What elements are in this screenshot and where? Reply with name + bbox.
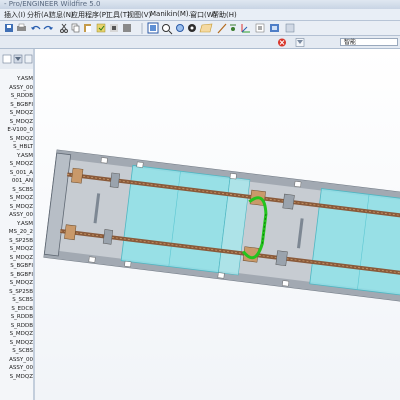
model-tree-panel: Y.ASM ASSY_00 S_RDDB S_BGBFI S_MDQZ S_MDQZ E-V… [0, 49, 34, 400]
csys-icon[interactable] [241, 24, 250, 33]
bearing-block [71, 167, 84, 184]
tree-item[interactable]: Y.ASM [0, 152, 33, 161]
tree-item[interactable]: S_MDQZ [0, 279, 33, 288]
zoom-out-icon[interactable] [162, 24, 173, 35]
tree-item[interactable]: S_MDQZ [0, 118, 33, 127]
tree-item[interactable]: S_RDDB [0, 313, 33, 322]
tree-item[interactable]: S_MDQZ [0, 203, 33, 212]
tree-item[interactable]: S_BGBFI [0, 271, 33, 280]
display-style-icon[interactable] [270, 24, 279, 32]
tree-item[interactable]: S_MDQZ [0, 245, 33, 254]
settings-icon[interactable] [13, 54, 23, 64]
tree-item[interactable]: S_EDCB [0, 305, 33, 314]
tree-item[interactable]: MS_20_2 [0, 228, 33, 237]
zoom-in-icon[interactable] [123, 24, 131, 32]
nut-block [102, 229, 114, 245]
tree-item[interactable]: S_HBLT [0, 143, 33, 152]
tree-item[interactable]: S_001_A [0, 169, 33, 178]
annotation-icon[interactable] [255, 23, 265, 33]
nut-block [275, 250, 288, 267]
menu-apps[interactable]: 应用程序(P) [71, 10, 109, 20]
filter-icon[interactable] [295, 38, 305, 47]
tree-item[interactable]: S_MDQZ [0, 330, 33, 339]
tree-item[interactable]: Y.ASM [0, 220, 33, 229]
cut-icon[interactable] [60, 23, 68, 33]
tree-item[interactable]: S_MDQZ [0, 135, 33, 144]
tree-item[interactable]: S_MDQZ [0, 339, 33, 348]
tree-item[interactable]: S_BGBFI [0, 101, 33, 110]
tree-item[interactable]: S_SCBS [0, 296, 33, 305]
menu-info[interactable]: 信息(N) [49, 10, 74, 20]
tree-item[interactable]: S_MDQZ [0, 109, 33, 118]
datum-plane-icon[interactable] [199, 23, 213, 33]
paste-icon[interactable] [84, 24, 91, 32]
tree-item[interactable]: S_RDDB [0, 322, 33, 331]
tree-item[interactable]: ASSY_00 [0, 84, 33, 93]
model-tree-icon[interactable] [285, 23, 295, 33]
stop-icon[interactable] [278, 38, 286, 47]
tree-item[interactable]: S_MDQZ [0, 194, 33, 203]
selection-filter-field[interactable]: 智能 [340, 38, 398, 46]
print-icon[interactable] [17, 23, 26, 31]
secondary-toolbar: 智能 [0, 36, 400, 49]
model-tree: Y.ASM ASSY_00 S_RDDB S_BGBFI S_MDQZ S_MDQZ E-V… [0, 75, 33, 382]
tree-item[interactable]: 001_AN [0, 177, 33, 186]
regenerate-icon[interactable] [96, 23, 106, 33]
tree-item[interactable]: ASSY_00 [0, 356, 33, 365]
orient-icon[interactable] [176, 24, 184, 32]
datum-axis-icon[interactable] [217, 23, 227, 34]
tree-item[interactable]: S_MDQZ [0, 254, 33, 263]
tree-item[interactable]: E-V100_0 [0, 126, 33, 135]
menu-bar: 插入(I) 分析(A) 信息(N) 应用程序(P) 工具(T) 视图(V) Ma… [0, 9, 400, 21]
window-title: - Pro/ENGINEER Wildfire 5.0 [0, 0, 400, 9]
menu-view[interactable]: 视图(V) [127, 10, 151, 20]
graphics-window[interactable] [35, 49, 400, 400]
tree-item[interactable]: S_MDQZ [0, 160, 33, 169]
menu-insert[interactable]: 插入(I) [4, 10, 26, 20]
spin-center-icon[interactable] [188, 24, 196, 32]
tree-menu-icon[interactable] [24, 54, 33, 64]
tree-item[interactable]: S_MDQZ [0, 373, 33, 382]
tree-item[interactable]: S_SCBS [0, 186, 33, 195]
tree-item[interactable]: ASSY_00 [0, 211, 33, 220]
tree-item[interactable]: ASSY_00 [0, 364, 33, 373]
model-tree-toolbar [0, 49, 33, 69]
tree-item[interactable]: S_SP25B [0, 288, 33, 297]
save-icon[interactable] [5, 24, 13, 32]
main-toolbar [0, 21, 400, 36]
nut-block [109, 172, 120, 189]
show-icon[interactable] [2, 54, 12, 64]
tree-item[interactable]: S_RDDB [0, 92, 33, 101]
find-icon[interactable] [110, 24, 118, 32]
menu-help[interactable]: 帮助(H) [212, 10, 237, 20]
redo-icon[interactable] [43, 25, 53, 31]
datum-point-icon[interactable] [230, 24, 236, 31]
menu-manikin[interactable]: Manikin(M)... [150, 10, 195, 18]
tree-item[interactable]: S_SP25B [0, 237, 33, 246]
assembly-model [43, 149, 400, 303]
undo-icon[interactable] [31, 25, 41, 31]
nut-block [282, 193, 295, 210]
tree-item[interactable]: S_SCBS [0, 347, 33, 356]
menu-analysis[interactable]: 分析(A) [27, 10, 51, 20]
copy-icon[interactable] [71, 23, 80, 33]
refit-icon[interactable] [147, 22, 159, 34]
tree-item[interactable]: S_BGBFI [0, 262, 33, 271]
bearing-block [64, 224, 77, 241]
tree-item[interactable]: Y.ASM [0, 75, 33, 84]
